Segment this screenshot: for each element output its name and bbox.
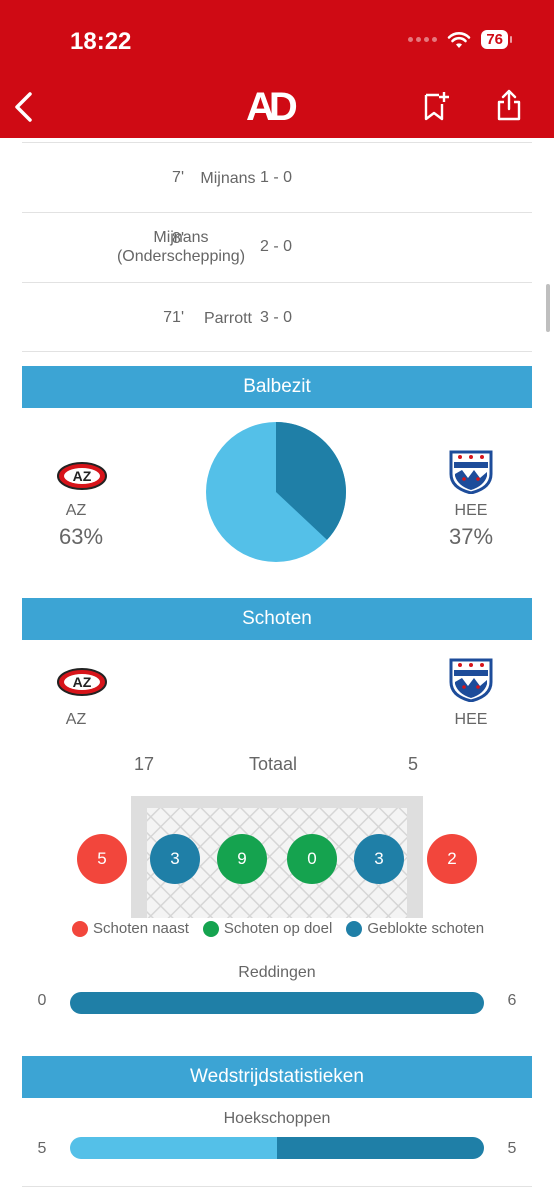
home-team-code: AZ — [65, 711, 87, 728]
back-arrow-icon[interactable] — [10, 90, 38, 124]
corners-label: Hoekschoppen — [223, 1110, 331, 1127]
red-dot-icon — [72, 920, 88, 937]
home-saves: 0 — [37, 992, 47, 1009]
match-stats-header: Wedstrijdstatistieken — [22, 1056, 532, 1098]
home-total-shots: 17 — [134, 754, 155, 774]
goals-panel: 7' Mijnans 1 - 0 8' Mijnans (Onderschepp… — [0, 138, 554, 352]
saves-bar — [70, 992, 484, 1014]
possession-pie-chart — [206, 422, 346, 562]
away-total-shots: 5 — [408, 754, 419, 774]
blue-dot-icon — [346, 920, 363, 937]
home-team-code: AZ — [65, 502, 87, 519]
match-stats-panel: Wedstrijdstatistieken Hoekschoppen 5 5 — [0, 1042, 554, 1200]
wifi-icon — [448, 31, 471, 48]
home-possession-pct: 63% — [58, 524, 104, 549]
away-corners-fill — [277, 1137, 484, 1159]
possession-panel: Balbezit AZ AZ 63% HEE 37% — [0, 352, 554, 584]
status-time: 18:22 — [70, 28, 132, 55]
goal-player: Mijnans (Onderschepping) — [116, 229, 246, 265]
away-possession-pct: 37% — [448, 524, 494, 549]
home-corners-fill — [70, 1137, 277, 1159]
goal-row: 7' Mijnans 1 - 0 — [22, 142, 532, 212]
ad-logo: AD — [246, 85, 298, 129]
away-team-code: HEE — [454, 711, 488, 728]
corners-bar — [70, 1137, 484, 1159]
shots-header: Schoten — [22, 598, 532, 640]
svg-text:AZ: AZ — [73, 468, 92, 484]
legend-on-target: Schoten op doel — [202, 920, 332, 937]
heerenveen-logo — [449, 658, 493, 702]
saves-label: Reddingen — [238, 964, 316, 981]
home-on-target-count: 9 — [217, 834, 267, 884]
scrollbar[interactable] — [546, 284, 550, 332]
status-icons: 76 — [408, 30, 512, 49]
away-saves: 6 — [507, 992, 517, 1009]
az-logo: AZ — [57, 668, 107, 696]
divider — [22, 1186, 532, 1187]
goal-score: 2 - 0 — [260, 238, 293, 255]
away-blocked-count: 3 — [354, 834, 404, 884]
away-saves-fill — [70, 992, 484, 1014]
signal-icon — [408, 37, 438, 42]
home-off-target-count: 5 — [77, 834, 127, 884]
goal-score: 3 - 0 — [260, 309, 293, 326]
green-dot-icon — [202, 920, 219, 937]
possession-header: Balbezit — [22, 366, 532, 408]
bookmark-add-icon[interactable] — [422, 90, 450, 122]
legend-off-target: Schoten naast — [72, 920, 189, 937]
az-logo: AZ — [57, 462, 107, 490]
legend-blocked: Geblokte schoten — [346, 920, 484, 937]
share-icon[interactable] — [494, 88, 524, 122]
battery-icon: 76 — [481, 30, 512, 49]
shots-panel: Schoten AZ AZ HEE 17 Totaal 5 5 3 9 0 3 … — [0, 584, 554, 1042]
svg-text:AZ: AZ — [73, 674, 92, 690]
away-off-target-count: 2 — [427, 834, 477, 884]
home-corners: 5 — [37, 1140, 47, 1157]
goal-score: 1 - 0 — [260, 169, 293, 186]
away-on-target-count: 0 — [287, 834, 337, 884]
goal-row: 8' Mijnans (Onderschepping) 2 - 0 — [22, 212, 532, 282]
home-blocked-count: 3 — [150, 834, 200, 884]
app-header: 18:22 76 AD — [0, 0, 554, 138]
away-corners: 5 — [507, 1140, 517, 1157]
heerenveen-logo — [449, 450, 493, 494]
goal-row: 71' Parrott 3 - 0 — [22, 282, 532, 352]
shots-legend: Schoten naast Schoten op doel Geblokte s… — [72, 920, 484, 937]
away-team-code: HEE — [454, 502, 488, 519]
total-shots-label: Totaal — [249, 754, 298, 774]
